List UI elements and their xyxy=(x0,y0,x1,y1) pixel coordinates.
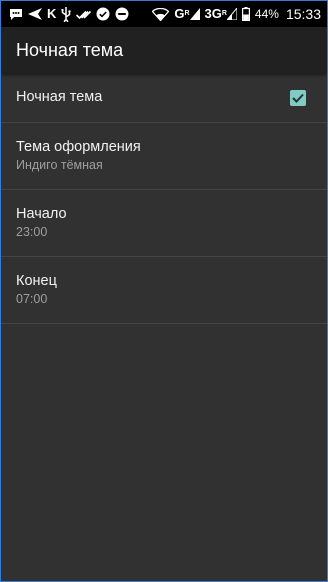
night-mode-toggle-row[interactable]: Ночная тема xyxy=(1,73,327,123)
status-bar: K GR 3G R 44% 15:33 xyxy=(1,1,327,27)
notification-icons: K xyxy=(9,6,129,22)
k-app-icon: K xyxy=(47,6,57,21)
check-circle-icon xyxy=(96,6,110,22)
message-icon xyxy=(9,6,23,22)
battery-icon xyxy=(241,6,250,22)
wifi-icon xyxy=(152,6,170,22)
usb-icon xyxy=(61,6,72,22)
night-mode-label: Ночная тема xyxy=(16,89,103,105)
end-time-value: 07:00 xyxy=(16,292,48,306)
done-all-icon xyxy=(76,6,92,22)
theme-setting-value: Индиго тёмная xyxy=(16,158,103,172)
app-bar: Ночная тема xyxy=(1,27,327,73)
page-title: Ночная тема xyxy=(16,39,124,60)
end-time-row[interactable]: Конец 07:00 xyxy=(1,257,327,324)
start-time-label: Начало xyxy=(16,206,67,222)
system-indicators: GR 3G R 44% 15:33 xyxy=(152,6,321,22)
phone-screen: K GR 3G R 44% 15:33 Ночная тема Ночная т… xyxy=(0,0,328,582)
start-time-row[interactable]: Начало 23:00 xyxy=(1,190,327,257)
signal-g-icon: GR xyxy=(174,6,200,22)
end-time-label: Конец xyxy=(16,273,57,289)
signal-3g-icon: 3G R xyxy=(205,6,237,22)
network-type-1: G xyxy=(174,6,185,21)
battery-percent: 44% xyxy=(254,7,279,21)
settings-list: Ночная тема Тема оформления Индиго тёмна… xyxy=(1,73,327,324)
network-type-2: 3G xyxy=(204,6,222,21)
theme-setting-row[interactable]: Тема оформления Индиго тёмная xyxy=(1,123,327,190)
start-time-value: 23:00 xyxy=(16,225,48,239)
status-clock: 15:33 xyxy=(285,6,321,22)
do-not-disturb-icon xyxy=(115,6,129,22)
theme-setting-label: Тема оформления xyxy=(16,139,141,155)
night-mode-checkbox[interactable] xyxy=(290,89,306,106)
check-icon xyxy=(292,93,304,103)
send-icon xyxy=(28,6,42,22)
